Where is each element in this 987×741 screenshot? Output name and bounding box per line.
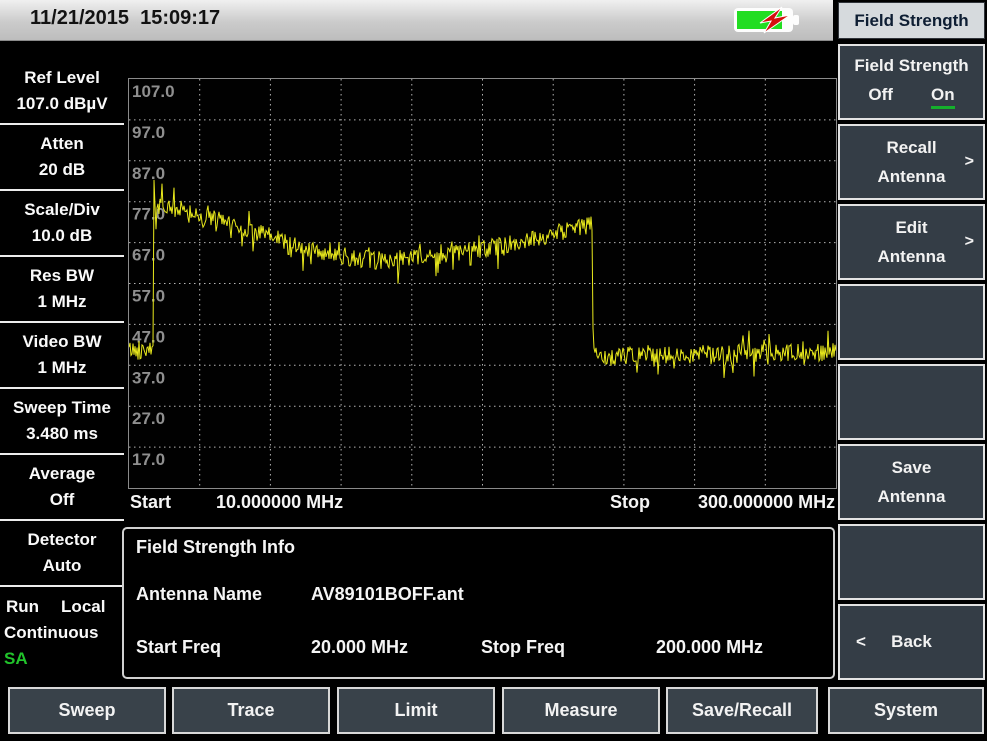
svg-text:17.0: 17.0 xyxy=(132,450,165,469)
svg-text:87.0: 87.0 xyxy=(132,164,165,183)
softkey-menu: Field Strength Off On Recall Antenna > E… xyxy=(838,44,985,680)
limit-menu-button[interactable]: Limit xyxy=(337,687,495,734)
spectrum-chart: 107.0 97.0 87.0 77.0 67.0 57.0 47.0 37.0 27.0 17.… xyxy=(128,78,837,489)
svg-text:77.0: 77.0 xyxy=(132,205,165,224)
svg-text:47.0: 47.0 xyxy=(132,327,165,346)
settings-panel: Ref Level107.0 dBµV Atten20 dB Scale/Div… xyxy=(0,60,124,672)
svg-text:27.0: 27.0 xyxy=(132,409,165,428)
back-button[interactable]: < Back xyxy=(838,604,985,680)
toggle-title: Field Strength xyxy=(854,56,968,76)
submenu-arrow-icon: > xyxy=(965,153,974,171)
atten-readout: Atten20 dB xyxy=(0,126,124,188)
softkey-blank-3[interactable] xyxy=(838,524,985,600)
ref-level-readout: Ref Level107.0 dBµV xyxy=(0,60,124,122)
divider xyxy=(0,387,124,389)
menu-title: Field Strength xyxy=(838,2,985,39)
svg-text:107.0: 107.0 xyxy=(132,82,175,101)
recall-label-line1: Recall xyxy=(886,138,936,158)
video-bw-readout: Video BW1 MHz xyxy=(0,324,124,386)
divider xyxy=(0,585,124,587)
divider xyxy=(0,255,124,257)
field-strength-info-box: Field Strength Info Antenna Name AV89101… xyxy=(122,527,835,679)
edit-antenna-button[interactable]: Edit Antenna > xyxy=(838,204,985,280)
sweep-menu-button[interactable]: Sweep xyxy=(8,687,166,734)
divider xyxy=(0,189,124,191)
sweep-time-readout: Sweep Time3.480 ms xyxy=(0,390,124,452)
toggle-on-option: On xyxy=(931,85,955,109)
stop-freq-value: 200.000 MHz xyxy=(656,637,763,658)
back-label: Back xyxy=(891,632,932,652)
divider xyxy=(0,519,124,521)
battery-charging-icon xyxy=(733,6,805,34)
divider xyxy=(0,453,124,455)
submenu-arrow-icon: > xyxy=(965,233,974,251)
toggle-off-option: Off xyxy=(868,85,893,109)
run-state: Run xyxy=(6,594,39,620)
res-bw-readout: Res BW1 MHz xyxy=(0,258,124,320)
datetime-display: 11/21/2015 15:09:17 xyxy=(30,7,220,30)
edit-label-line2: Antenna xyxy=(878,247,946,267)
svg-text:37.0: 37.0 xyxy=(132,368,165,387)
save-antenna-button[interactable]: Save Antenna xyxy=(838,444,985,520)
top-status-bar: 11/21/2015 15:09:17 xyxy=(0,0,833,41)
svg-text:57.0: 57.0 xyxy=(132,287,165,306)
save-label-line1: Save xyxy=(892,458,932,478)
spectrum-analyzer-screen: 11/21/2015 15:09:17 Field Strength Field… xyxy=(0,0,987,741)
softkey-blank-1[interactable] xyxy=(838,284,985,360)
save-label-line2: Antenna xyxy=(878,487,946,507)
back-arrow-icon: < xyxy=(856,632,866,652)
svg-text:97.0: 97.0 xyxy=(132,123,165,142)
start-freq-label: Start Freq xyxy=(136,637,221,658)
spectrum-trace-plot: 107.0 97.0 87.0 77.0 67.0 57.0 47.0 37.0 27.0 17.… xyxy=(129,79,836,488)
edit-label-line1: Edit xyxy=(895,218,927,238)
field-strength-toggle-button[interactable]: Field Strength Off On xyxy=(838,44,985,120)
antenna-name-value: AV89101BOFF.ant xyxy=(311,584,464,605)
divider xyxy=(0,321,124,323)
recall-label-line2: Antenna xyxy=(878,167,946,187)
antenna-name-label: Antenna Name xyxy=(136,584,262,605)
system-menu-button[interactable]: System xyxy=(828,687,984,734)
stop-freq-label: Stop Freq xyxy=(481,637,565,658)
x-axis-stop-value: 300.000000 MHz xyxy=(698,492,835,513)
average-readout: AverageOff xyxy=(0,456,124,518)
save-recall-menu-button[interactable]: Save/Recall xyxy=(666,687,818,734)
info-title: Field Strength Info xyxy=(136,537,295,558)
x-axis-start-value: 10.000000 MHz xyxy=(216,492,343,513)
measure-menu-button[interactable]: Measure xyxy=(502,687,660,734)
scale-div-readout: Scale/Div10.0 dB xyxy=(0,192,124,254)
app-mode-badge: SA xyxy=(4,646,124,672)
x-axis-stop-label: Stop xyxy=(610,492,650,513)
sweep-mode: Continuous xyxy=(4,620,124,646)
run-status: Run Local Continuous SA xyxy=(0,588,124,672)
softkey-blank-2[interactable] xyxy=(838,364,985,440)
divider xyxy=(0,123,124,125)
start-freq-value: 20.000 MHz xyxy=(311,637,408,658)
recall-antenna-button[interactable]: Recall Antenna > xyxy=(838,124,985,200)
trace-menu-button[interactable]: Trace xyxy=(172,687,330,734)
detector-readout: DetectorAuto xyxy=(0,522,124,584)
control-state: Local xyxy=(61,594,105,620)
x-axis-start-label: Start xyxy=(130,492,171,513)
svg-text:67.0: 67.0 xyxy=(132,246,165,265)
